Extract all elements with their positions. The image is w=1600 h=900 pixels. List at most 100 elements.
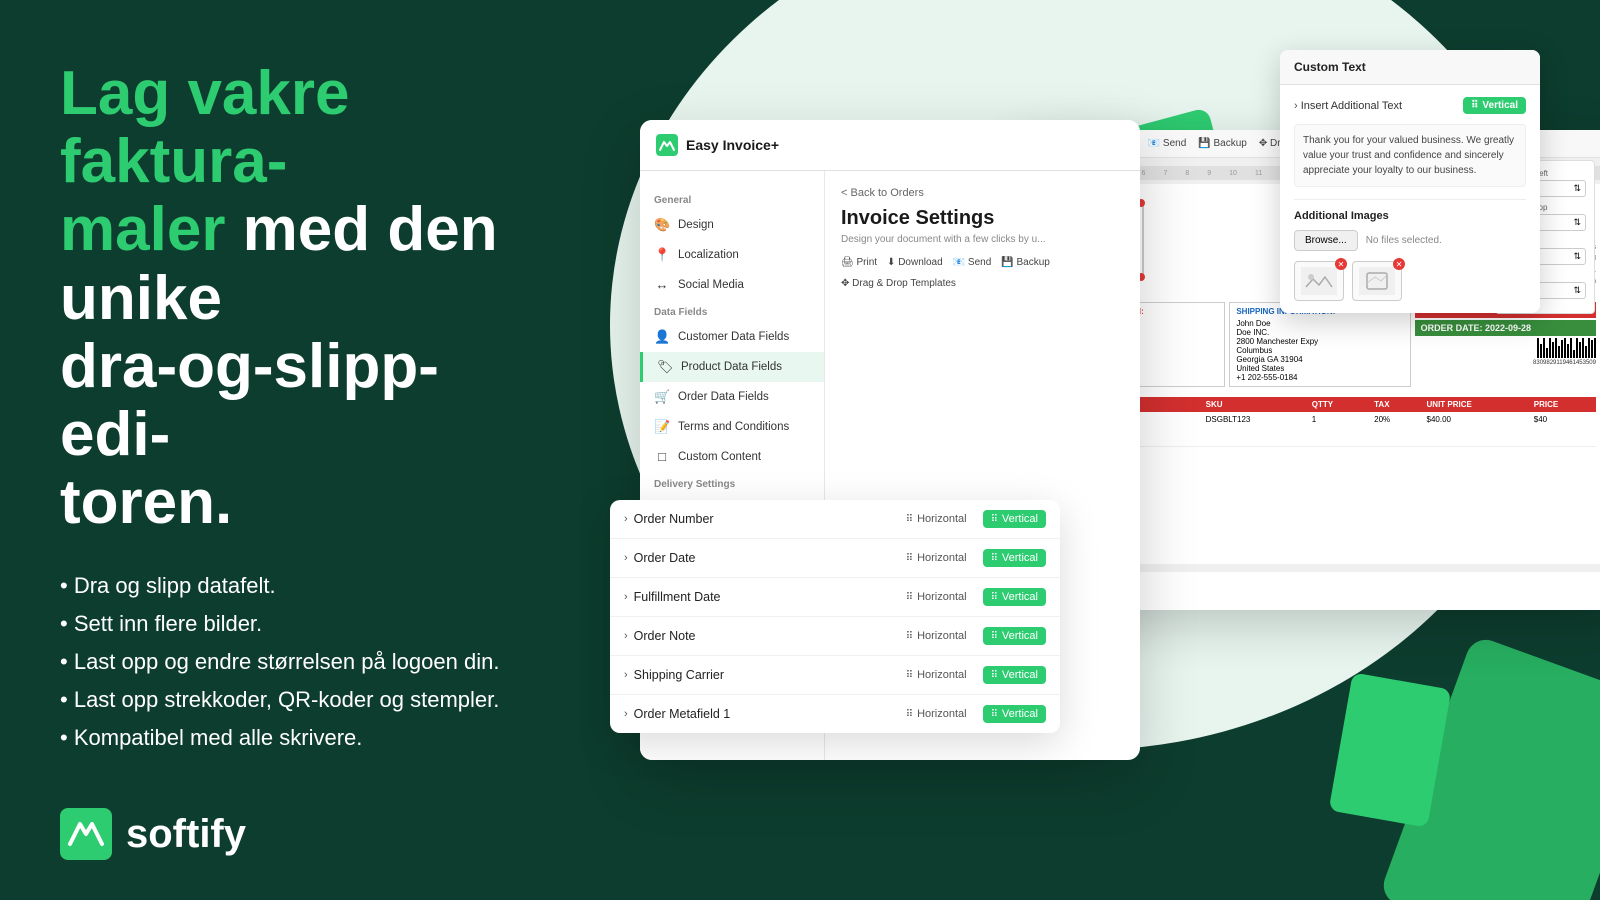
toolbar-dnd[interactable]: ✥ Drag & Drop Templates bbox=[841, 278, 956, 289]
grid-icon: ⠿ bbox=[906, 670, 913, 681]
grid-icon: ⠿ bbox=[906, 514, 913, 525]
bullet-item-5: Kompatibel med alle skrivere. bbox=[60, 725, 530, 751]
field-label-order-date: Order Date bbox=[634, 551, 898, 565]
item-tax: 20% bbox=[1368, 412, 1420, 447]
col-qty: QTTY bbox=[1306, 397, 1368, 412]
vertical-btn-fulfillment[interactable]: ⠿ Vertical bbox=[983, 588, 1046, 606]
localization-icon: 📍 bbox=[654, 247, 670, 263]
toolbar-send[interactable]: 📧 Send bbox=[953, 257, 992, 268]
horizontal-btn-order-number[interactable]: ⠿ Horizontal bbox=[898, 510, 975, 528]
horizontal-btn-shipping-carrier[interactable]: ⠿ Horizontal bbox=[898, 666, 975, 684]
sidebar-social-label: Social Media bbox=[678, 279, 744, 291]
sidebar-customer-label: Customer Data Fields bbox=[678, 331, 789, 343]
horizontal-btn-fulfillment[interactable]: ⠿ Horizontal bbox=[898, 588, 975, 606]
sidebar-item-localization[interactable]: 📍 Localization bbox=[640, 240, 824, 270]
field-buttons-metafield: ⠿ Horizontal ⠿ Vertical bbox=[898, 705, 1046, 723]
design-icon: 🎨 bbox=[654, 217, 670, 233]
order-icon: 🛒 bbox=[654, 389, 670, 405]
sidebar-item-custom-content[interactable]: □ Custom Content bbox=[640, 442, 824, 471]
sidebar-general-label: General bbox=[640, 187, 824, 210]
sidebar-custom-label: Custom Content bbox=[678, 451, 761, 463]
field-label-order-note: Order Note bbox=[634, 629, 898, 643]
delete-image-1[interactable]: ✕ bbox=[1335, 258, 1347, 270]
heading-normal-5: dra-og-slipp-edi- bbox=[60, 332, 439, 469]
vertical-btn-metafield[interactable]: ⠿ Vertical bbox=[983, 705, 1046, 723]
thumb-svg-1 bbox=[1301, 267, 1337, 295]
toolbar-backup[interactable]: 💾 Backup bbox=[1001, 257, 1050, 268]
popup-text-content: Thank you for your valued business. We g… bbox=[1294, 124, 1526, 187]
chevron-icon: › bbox=[624, 591, 628, 603]
bullet-item-1: Dra og slipp datafelt. bbox=[60, 573, 530, 599]
vertical-badge[interactable]: ⠿ Vertical bbox=[1463, 97, 1526, 114]
horizontal-btn-metafield[interactable]: ⠿ Horizontal bbox=[898, 705, 975, 723]
grid-icon-v: ⠿ bbox=[991, 631, 998, 642]
grid-icon: ⠿ bbox=[906, 631, 913, 642]
field-buttons-order-date: ⠿ Horizontal ⠿ Vertical bbox=[898, 549, 1046, 567]
grid-badge-icon: ⠿ bbox=[1471, 100, 1478, 111]
page-subtitle: Design your document with a few clicks b… bbox=[841, 234, 1124, 245]
softify-logo-icon bbox=[60, 808, 112, 860]
image-thumbs: ✕ ✕ bbox=[1294, 261, 1526, 301]
softify-logo: softify bbox=[60, 808, 530, 860]
vertical-btn-order-number[interactable]: ⠿ Vertical bbox=[983, 510, 1046, 528]
popup-body: › Insert Additional Text ⠿ Vertical Than… bbox=[1280, 85, 1540, 313]
horizontal-btn-order-note[interactable]: ⠿ Horizontal bbox=[898, 627, 975, 645]
grid-icon-v: ⠿ bbox=[991, 709, 998, 720]
item-price: $40 bbox=[1528, 412, 1596, 447]
sidebar-design-label: Design bbox=[678, 219, 714, 231]
order-info-cell: ORDER NO: #1001 ORDER DATE: 2022-09-28 8… bbox=[1415, 302, 1596, 387]
field-label-metafield: Order Metafield 1 bbox=[634, 707, 898, 721]
barcode-box: 8309829119461453509 bbox=[1415, 338, 1596, 366]
toolbar: 🖨 Print ⬇ Download 📧 Send 💾 Backup ✥ Dra… bbox=[841, 257, 1124, 289]
grid-icon: ⠿ bbox=[906, 553, 913, 564]
insert-text-label: › Insert Additional Text bbox=[1294, 100, 1402, 112]
barcode-num: 8309829119461453509 bbox=[1533, 360, 1596, 366]
heading-normal-3: med den bbox=[225, 195, 497, 264]
col-unit-price: UNIT PRICE bbox=[1421, 397, 1528, 412]
browse-button[interactable]: Browse... bbox=[1294, 230, 1358, 251]
toolbar-backup-btn[interactable]: 💾 Backup bbox=[1198, 138, 1247, 149]
field-label-fulfillment: Fulfillment Date bbox=[634, 590, 898, 604]
browse-row: Browse... No files selected. bbox=[1294, 230, 1526, 251]
shipping-name: John Doe bbox=[1236, 319, 1403, 328]
grid-icon-v: ⠿ bbox=[991, 553, 998, 564]
col-sku: SKU bbox=[1200, 397, 1306, 412]
app-header: Easy Invoice+ bbox=[640, 120, 1140, 171]
sidebar-order-label: Order Data Fields bbox=[678, 391, 769, 403]
field-row-order-note: › Order Note ⠿ Horizontal ⠿ Vertical bbox=[610, 617, 1060, 656]
chevron-icon: › bbox=[624, 669, 628, 681]
insert-text-row: › Insert Additional Text ⠿ Vertical bbox=[1294, 97, 1526, 114]
sidebar-item-social-media[interactable]: ↔ Social Media bbox=[640, 270, 824, 299]
sidebar-delivery-label: Delivery Settings bbox=[640, 471, 824, 494]
vertical-btn-order-note[interactable]: ⠿ Vertical bbox=[983, 627, 1046, 645]
field-buttons-fulfillment: ⠿ Horizontal ⠿ Vertical bbox=[898, 588, 1046, 606]
field-row-fulfillment: › Fulfillment Date ⠿ Horizontal ⠿ Vertic… bbox=[610, 578, 1060, 617]
horizontal-btn-order-date[interactable]: ⠿ Horizontal bbox=[898, 549, 975, 567]
toolbar-print[interactable]: 🖨 Print bbox=[841, 257, 877, 268]
heading-normal-4: unike bbox=[60, 264, 222, 333]
col-price: PRICE bbox=[1528, 397, 1596, 412]
toolbar-send-btn[interactable]: 📧 Send bbox=[1148, 138, 1187, 149]
sidebar-item-order-data[interactable]: 🛒 Order Data Fields bbox=[640, 382, 824, 412]
item-sku: DSGBLT123 bbox=[1200, 412, 1306, 447]
bullet-item-2: Sett inn flere bilder. bbox=[60, 611, 530, 637]
sidebar-item-design[interactable]: 🎨 Design bbox=[640, 210, 824, 240]
custom-text-popup: Custom Text › Insert Additional Text ⠿ V… bbox=[1280, 50, 1540, 313]
delete-image-2[interactable]: ✕ bbox=[1393, 258, 1405, 270]
toolbar-download[interactable]: ⬇ Download bbox=[887, 257, 943, 268]
bullet-item-4: Last opp strekkoder, QR-koder og stemple… bbox=[60, 687, 530, 713]
vertical-btn-shipping-carrier[interactable]: ⠿ Vertical bbox=[983, 666, 1046, 684]
item-qty: 1 bbox=[1306, 412, 1368, 447]
sidebar-localization-label: Localization bbox=[678, 249, 739, 261]
back-link[interactable]: Back to Orders bbox=[841, 187, 1124, 199]
app-title: Easy Invoice+ bbox=[686, 137, 779, 153]
sidebar-item-terms[interactable]: 📝 Terms and Conditions bbox=[640, 412, 824, 442]
data-fields-panel: › Order Number ⠿ Horizontal ⠿ Vertical ›… bbox=[610, 500, 1060, 733]
chevron-icon: › bbox=[624, 708, 628, 720]
vertical-btn-order-date[interactable]: ⠿ Vertical bbox=[983, 549, 1046, 567]
right-panel: Easy Invoice+ General 🎨 Design 📍 Localiz… bbox=[580, 0, 1600, 900]
field-row-order-number: › Order Number ⠿ Horizontal ⠿ Vertical bbox=[610, 500, 1060, 539]
sidebar-item-product-data[interactable]: 🏷 Product Data Fields bbox=[640, 352, 824, 382]
sidebar-item-customer-data[interactable]: 👤 Customer Data Fields bbox=[640, 322, 824, 352]
sidebar-product-label: Product Data Fields bbox=[681, 361, 782, 373]
